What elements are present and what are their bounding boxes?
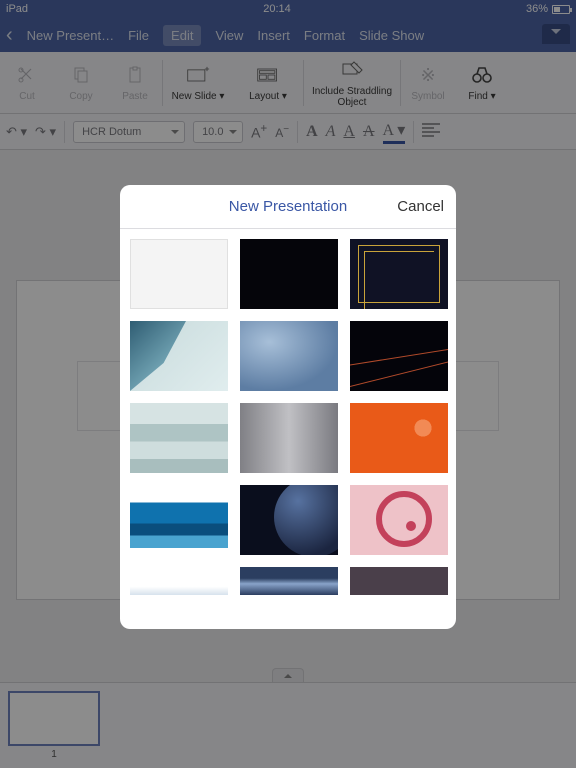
template-plum[interactable] (350, 567, 448, 595)
battery-percent: 36% (526, 3, 548, 15)
status-bar: iPad 20:14 36% (0, 0, 576, 18)
straddling-icon (340, 58, 364, 82)
template-blue-gradient[interactable] (240, 321, 338, 391)
layout-label: Layout ▾ (249, 91, 287, 102)
thumbnail-preview (8, 691, 100, 746)
template-pink-circle[interactable] (350, 485, 448, 555)
carrier-label: iPad (6, 3, 28, 15)
menu-insert[interactable]: Insert (257, 28, 290, 43)
copy-label: Copy (69, 91, 92, 102)
menu-edit[interactable]: Edit (163, 25, 201, 46)
template-orange[interactable] (350, 403, 448, 473)
cut-label: Cut (19, 91, 35, 102)
template-light[interactable] (130, 567, 228, 595)
modal-header: New Presentation Cancel (120, 185, 456, 229)
template-gold-frame[interactable] (350, 239, 448, 309)
new-presentation-modal: New Presentation Cancel (120, 185, 456, 629)
copy-icon (69, 63, 93, 87)
copy-button[interactable]: Copy (54, 63, 108, 102)
template-blue-curve[interactable] (240, 567, 338, 595)
modal-title: New Presentation (229, 198, 347, 215)
cut-button[interactable]: Cut (0, 63, 54, 102)
separator (64, 121, 65, 143)
new-slide-icon (186, 63, 210, 87)
ribbon-collapse-button[interactable] (542, 24, 570, 44)
template-dark-sphere[interactable] (240, 485, 338, 555)
align-button[interactable] (422, 123, 440, 140)
new-slide-label: New Slide ▾ (172, 91, 225, 102)
format-bar: ↶ ▾ ↷ ▾ HCR Dotum 10.0 A+ A− A A A A A ▾ (0, 114, 576, 150)
menu-view[interactable]: View (215, 28, 243, 43)
paste-label: Paste (122, 91, 148, 102)
paste-button[interactable]: Paste (108, 63, 162, 102)
clipboard-icon (123, 63, 147, 87)
template-black[interactable] (240, 239, 338, 309)
thumbnail-number: 1 (51, 749, 57, 760)
redo-button[interactable]: ↷ ▾ (35, 124, 56, 140)
back-button[interactable]: ‹ (6, 24, 13, 47)
strike-button[interactable]: A (363, 123, 375, 141)
expand-tab-button[interactable] (272, 668, 304, 682)
clock: 20:14 (263, 3, 291, 15)
new-slide-button[interactable]: New Slide ▾ (163, 63, 233, 102)
font-select[interactable]: HCR Dotum (73, 121, 185, 143)
menu-slideshow[interactable]: Slide Show (359, 28, 424, 43)
underline-button[interactable]: A (343, 123, 355, 141)
template-grid[interactable] (120, 229, 456, 629)
symbol-button[interactable]: ※ Symbol (401, 63, 455, 102)
separator (297, 121, 298, 143)
symbol-label: Symbol (411, 91, 444, 102)
thumbnail-bar: 1 (0, 682, 576, 768)
symbol-icon: ※ (416, 63, 440, 87)
battery-icon (552, 5, 570, 14)
document-title[interactable]: New Present… (27, 28, 114, 43)
template-gray-gradient[interactable] (240, 403, 338, 473)
include-straddling-label: Include Straddling Object (304, 86, 400, 108)
find-label: Find ▾ (468, 91, 495, 102)
scissors-icon (15, 63, 39, 87)
include-straddling-button[interactable]: Include Straddling Object (304, 58, 400, 108)
template-blue-bars[interactable] (130, 485, 228, 555)
separator (413, 121, 414, 143)
bold-button[interactable]: A (306, 123, 318, 141)
template-blank[interactable] (130, 239, 228, 309)
slide-thumbnail[interactable]: 1 (8, 691, 100, 760)
layout-button[interactable]: Layout ▾ (233, 63, 303, 102)
menu-bar: ‹ New Present… File Edit View Insert For… (0, 18, 576, 52)
italic-button[interactable]: A (326, 123, 336, 141)
font-color-button[interactable]: A ▾ (383, 120, 406, 144)
cancel-button[interactable]: Cancel (397, 198, 444, 215)
find-button[interactable]: Find ▾ (455, 63, 509, 102)
template-dark-lines[interactable] (350, 321, 448, 391)
battery-group: 36% (526, 3, 570, 15)
font-size-select[interactable]: 10.0 (193, 121, 243, 143)
layout-icon (256, 63, 280, 87)
template-teal-geometric[interactable] (130, 321, 228, 391)
menu-file[interactable]: File (128, 28, 149, 43)
increase-font-button[interactable]: A+ (251, 122, 267, 141)
decrease-font-button[interactable]: A− (275, 124, 289, 140)
binoculars-icon (470, 63, 494, 87)
undo-button[interactable]: ↶ ▾ (6, 124, 27, 140)
template-teal-stripes[interactable] (130, 403, 228, 473)
toolbar: Cut Copy Paste New Slide ▾ Layout ▾ Incl… (0, 52, 576, 114)
menu-format[interactable]: Format (304, 28, 345, 43)
